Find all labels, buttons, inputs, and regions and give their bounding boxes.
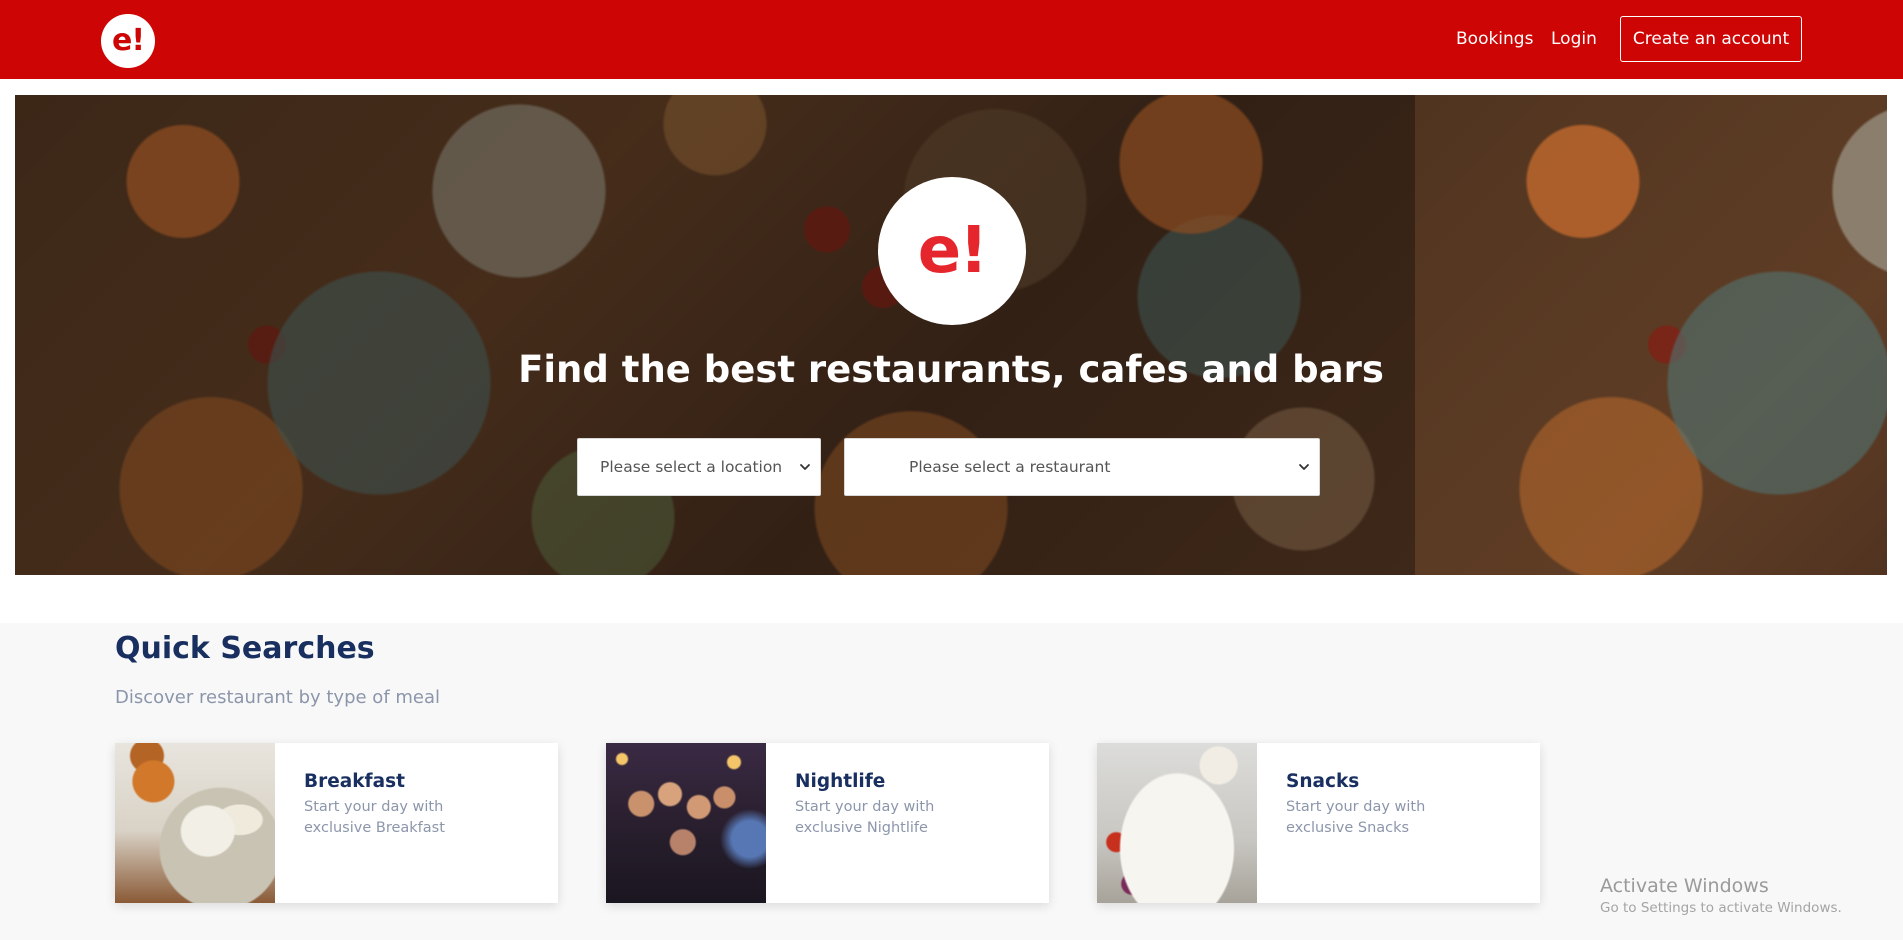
card-description: Start your day with exclusive Nightlife	[795, 799, 935, 836]
location-select[interactable]: Please select a location	[577, 438, 821, 496]
hero-logo: e!	[878, 177, 1026, 325]
card-title: Nightlife	[795, 771, 886, 792]
meal-card-snacks[interactable]: Snacks Start your day with exclusive Sna…	[1097, 743, 1540, 903]
hero-overlay-light	[1415, 95, 1887, 575]
location-select-value: Please select a location	[600, 458, 783, 476]
card-title: Breakfast	[304, 771, 405, 792]
hero-overlay	[15, 95, 1415, 575]
create-account-button[interactable]: Create an account	[1620, 16, 1802, 62]
quick-searches-title: Quick Searches	[115, 631, 375, 666]
bookings-link[interactable]: Bookings	[1456, 28, 1533, 50]
hero-title: Find the best restaurants, cafes and bar…	[518, 348, 1384, 391]
card-title: Snacks	[1286, 771, 1360, 792]
meal-card-breakfast[interactable]: Breakfast Start your day with exclusive …	[115, 743, 558, 903]
snacks-image	[1097, 743, 1257, 903]
card-description: Start your day with exclusive Snacks	[1286, 799, 1426, 836]
chevron-down-icon	[800, 464, 810, 470]
card-description: Start your day with exclusive Breakfast	[304, 799, 445, 836]
watermark-subtitle: Go to Settings to activate Windows.	[1600, 900, 1842, 916]
activate-windows-watermark: Activate Windows Go to Settings to activ…	[1600, 874, 1842, 918]
top-navbar: e! Bookings Login Create an account	[0, 0, 1903, 79]
restaurant-select-value: Please select a restaurant	[909, 458, 1111, 476]
watermark-title: Activate Windows	[1600, 875, 1769, 897]
restaurant-select[interactable]: Please select a restaurant	[844, 438, 1320, 496]
quick-searches-subtitle: Discover restaurant by type of meal	[115, 687, 441, 708]
brand-logo[interactable]: e!	[101, 14, 155, 68]
hero-banner: e! Find the best restaurants, cafes and …	[15, 95, 1887, 575]
login-link[interactable]: Login	[1551, 28, 1597, 50]
nightlife-image	[606, 743, 766, 903]
breakfast-image	[115, 743, 275, 903]
chevron-down-icon	[1299, 464, 1309, 470]
meal-card-nightlife[interactable]: Nightlife Start your day with exclusive …	[606, 743, 1049, 903]
